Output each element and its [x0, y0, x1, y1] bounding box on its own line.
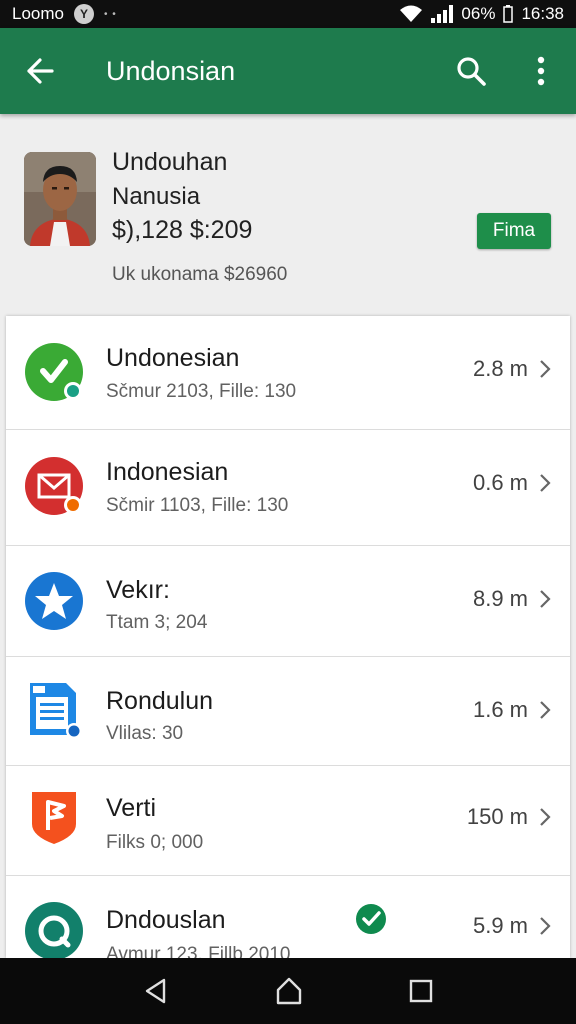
status-app-icon: Y	[73, 4, 94, 24]
list-item[interactable]: Dndouslan Avmur 123, Fillb 2010 5.9 m	[6, 876, 570, 958]
item-subtitle: Avmur 123, Fillb 2010	[106, 944, 291, 958]
more-options-button[interactable]	[506, 28, 576, 114]
wifi-icon	[400, 5, 423, 22]
item-title: Rondulun	[106, 687, 214, 715]
item-title: Undonesian	[106, 344, 240, 372]
system-nav-bar	[0, 958, 576, 1024]
list-item[interactable]: Undonesian Sčmur 2103, Fille: 130 2.8 m	[6, 316, 570, 430]
item-size: 5.9 m	[472, 913, 528, 938]
item-title: Dndouslan	[106, 906, 226, 934]
app-bar: Undonsian	[0, 28, 576, 114]
whatsapp-icon	[25, 343, 83, 401]
profile-header: Undouhan Nanusia $),128 $:209 Uk ukonama…	[0, 114, 576, 314]
item-subtitle: Sčmur 2103, Fille: 130	[106, 381, 297, 402]
nav-recents-icon[interactable]	[408, 978, 434, 1004]
list-item[interactable]: Vekır: Ttam 3; 204 8.9 m	[6, 546, 570, 657]
status-left-text: Loomo	[12, 4, 64, 23]
item-title: Verti	[106, 794, 157, 822]
arrow-back-icon	[27, 58, 54, 84]
profile-price: $),128 $:209	[112, 216, 253, 244]
back-button[interactable]	[0, 28, 80, 114]
verified-check-icon	[356, 904, 386, 934]
mail-icon	[25, 457, 83, 515]
status-bar: Loomo Y • • 06% 16:38	[0, 0, 576, 28]
item-subtitle: Filks 0; 000	[106, 832, 204, 853]
profile-subname: Nanusia	[112, 183, 201, 210]
item-subtitle: Sčmir 1103, Fille: 130	[106, 495, 289, 516]
more-vert-icon	[537, 56, 545, 86]
search-icon	[457, 57, 486, 86]
chevron-right-icon	[540, 360, 551, 378]
list-item[interactable]: Indonesian Sčmir 1103, Fille: 130 0.6 m	[6, 430, 570, 546]
chevron-right-icon	[540, 808, 551, 826]
item-size: 0.6 m	[472, 470, 528, 495]
avatar	[24, 152, 96, 246]
signal-icon	[431, 5, 454, 23]
fima-button[interactable]: Fima	[477, 213, 551, 249]
app-list: Undonesian Sčmur 2103, Fille: 130 2.8 m …	[6, 316, 570, 958]
star-icon	[25, 572, 83, 630]
nav-back-icon[interactable]	[142, 977, 170, 1005]
item-size: 8.9 m	[472, 586, 528, 611]
battery-text: 06%	[461, 4, 496, 23]
chevron-right-icon	[540, 590, 551, 608]
search-button[interactable]	[436, 28, 506, 114]
item-subtitle: Ttam 3; 204	[106, 612, 208, 633]
chat-app-icon	[25, 902, 83, 958]
profile-name: Undouhan	[112, 148, 228, 176]
document-icon	[30, 683, 82, 739]
chevron-right-icon	[540, 917, 551, 935]
item-title: Vekır:	[106, 576, 170, 604]
battery-icon	[503, 5, 514, 23]
status-dots: • •	[103, 8, 117, 20]
profile-subtitle: Uk ukonama $26960	[112, 264, 288, 285]
item-subtitle: Vlilas: 30	[106, 723, 184, 744]
item-size: 1.6 m	[472, 697, 528, 722]
item-title: Indonesian	[106, 458, 229, 486]
item-size: 150 m	[466, 804, 528, 829]
item-size: 2.8 m	[472, 356, 528, 381]
list-item[interactable]: Rondulun Vlilas: 30 1.6 m	[6, 657, 570, 766]
list-item[interactable]: Verti Filks 0; 000 150 m	[6, 766, 570, 876]
chevron-right-icon	[540, 701, 551, 719]
nav-home-icon[interactable]	[274, 976, 304, 1006]
chevron-right-icon	[540, 474, 551, 492]
page-title: Undonsian	[106, 55, 236, 86]
flag-app-icon	[32, 792, 76, 844]
clock: 16:38	[521, 4, 564, 23]
